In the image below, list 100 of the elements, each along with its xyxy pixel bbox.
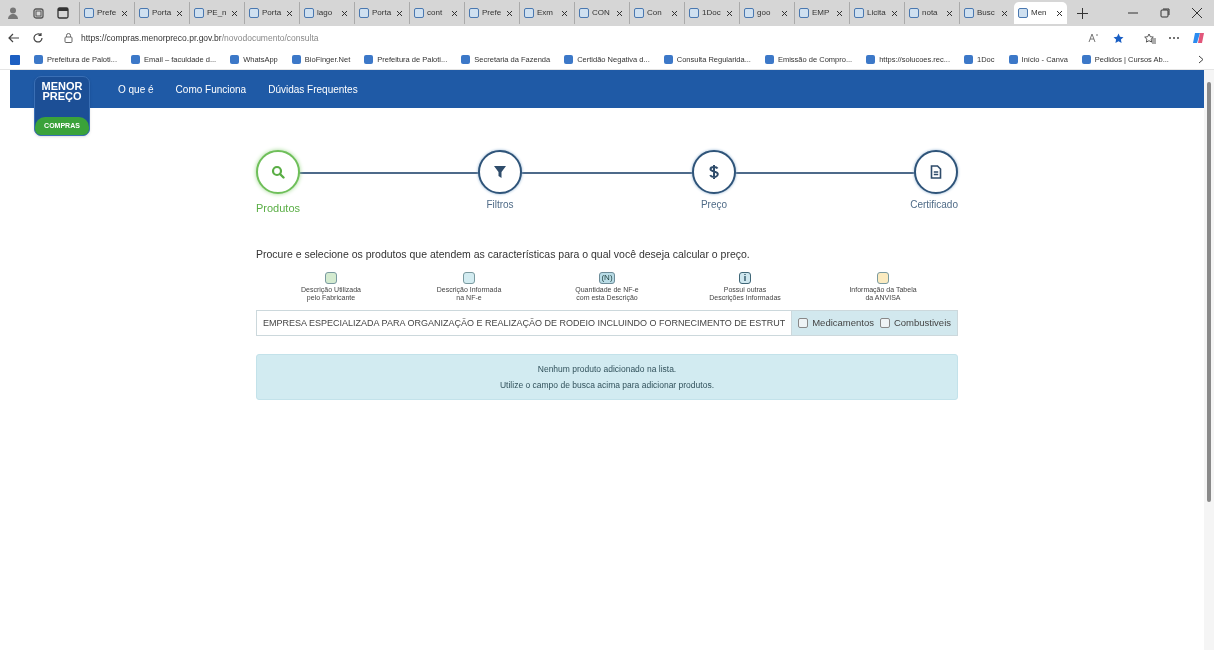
page-icon — [139, 8, 149, 18]
dollar-icon — [708, 164, 720, 180]
page-icon — [524, 8, 534, 18]
close-icon[interactable] — [286, 9, 293, 17]
scrollbar-thumb[interactable] — [1207, 82, 1211, 502]
close-icon[interactable] — [121, 9, 128, 17]
close-icon[interactable] — [616, 9, 623, 17]
checkbox[interactable] — [798, 318, 809, 329]
bookmark-icon[interactable] — [10, 54, 20, 65]
browser-tab[interactable]: Porta — [244, 2, 297, 24]
tab-title: Licita — [867, 7, 886, 19]
favicon-icon — [564, 55, 574, 64]
alert-text: Nenhum produto adicionado na lista. — [537, 363, 677, 376]
new-tab-icon[interactable] — [1077, 7, 1088, 19]
close-icon[interactable] — [726, 9, 733, 17]
tab-title: Men — [1031, 7, 1047, 19]
browser-tab[interactable]: Prefe — [464, 2, 517, 24]
favicon-icon — [964, 55, 974, 64]
page-icon — [1018, 8, 1028, 18]
browser-tab[interactable]: Porta — [134, 2, 187, 24]
nav-link[interactable]: Como Funciona — [175, 81, 247, 97]
page-icon — [854, 8, 864, 18]
tab-title: nota — [922, 7, 938, 19]
browser-tab[interactable]: EMP — [794, 2, 847, 24]
close-icon[interactable] — [836, 9, 843, 17]
close-icon[interactable] — [396, 9, 403, 17]
browser-tab[interactable]: goo — [739, 2, 792, 24]
close-icon[interactable] — [946, 9, 953, 17]
favorites-icon[interactable] — [1144, 32, 1156, 44]
nav-link[interactable]: Dúvidas Frequentes — [268, 81, 358, 97]
browser-tab[interactable]: Porta — [354, 2, 407, 24]
step-label: Filtros — [486, 198, 514, 212]
tab-title: CON — [592, 7, 610, 19]
page-icon — [744, 8, 754, 18]
tab-title: Exm — [537, 7, 553, 19]
browser-tab[interactable]: cont — [409, 2, 462, 24]
tab-title: Porta — [372, 7, 392, 19]
page-icon — [909, 8, 919, 18]
refresh-icon[interactable] — [32, 32, 44, 44]
close-icon[interactable] — [781, 9, 788, 17]
close-icon[interactable] — [891, 9, 898, 17]
close-icon[interactable] — [1056, 9, 1063, 17]
favicon-icon — [34, 55, 43, 64]
favicon-icon — [1008, 55, 1018, 64]
close-icon[interactable] — [231, 9, 238, 17]
instruction-text: Procure e selecione os produtos que atendem as características para o qual você deseja calcular o preço. — [256, 246, 751, 262]
read-aloud-icon[interactable] — [1088, 33, 1099, 43]
tab-actions-icon[interactable] — [57, 7, 69, 19]
browser-tab[interactable]: Con — [629, 2, 682, 24]
close-icon[interactable] — [671, 9, 678, 17]
workspaces-icon[interactable] — [32, 6, 45, 20]
filter-checkbox[interactable]: Combustiveis — [879, 316, 951, 331]
star-icon[interactable] — [1113, 32, 1124, 44]
tab-title: Prefe — [97, 7, 117, 19]
more-icon[interactable] — [1168, 36, 1180, 40]
close-icon[interactable] — [1001, 9, 1008, 17]
browser-tab[interactable]: PE_n — [189, 2, 242, 24]
scrollbar[interactable] — [1204, 70, 1214, 650]
page-icon — [579, 8, 589, 18]
tab-title: cont — [427, 7, 443, 19]
lock-icon — [64, 33, 73, 43]
close-icon[interactable] — [561, 9, 568, 17]
url-text: https://compras.menorpreco.pr.gov.br/novodocumento/consulta — [81, 31, 319, 45]
browser-tab[interactable]: Prefe — [79, 2, 132, 24]
page-icon — [304, 8, 314, 18]
document-icon — [930, 165, 942, 179]
restore-icon[interactable] — [1160, 8, 1170, 18]
back-icon[interactable] — [8, 32, 20, 44]
browser-tab[interactable]: CON — [574, 2, 627, 24]
info-badge: i — [739, 272, 751, 285]
browser-tab[interactable]: Men — [1014, 2, 1067, 24]
close-icon[interactable] — [176, 9, 183, 17]
chevron-right-icon[interactable] — [1198, 55, 1204, 64]
browser-tab[interactable]: lago — [299, 2, 352, 24]
alert-text: Utilize o campo de busca acima para adicionar produtos. — [499, 378, 714, 392]
browser-tab[interactable]: Exm — [519, 2, 572, 24]
close-icon[interactable] — [451, 9, 458, 17]
tab-title: Porta — [262, 7, 282, 19]
profile-icon[interactable] — [6, 6, 20, 20]
close-icon[interactable] — [341, 9, 348, 17]
browser-tab[interactable]: nota — [904, 2, 957, 24]
favicon-icon — [364, 55, 374, 64]
favicon-icon — [663, 55, 673, 64]
step-label: Produtos — [256, 201, 301, 216]
filter-checkbox[interactable]: Medicamentos — [798, 316, 874, 331]
search-field[interactable]: EMPRESA ESPECIALIZADA PARA ORGANIZAÇÃO E REALIZAÇÃO DE RODEIO INCLUINDO O FORNECIMENTO DE ESTRUT — [256, 310, 792, 337]
copilot-icon[interactable] — [1192, 31, 1206, 45]
step-label: Preço — [700, 198, 728, 212]
browser-tab[interactable]: Busc — [959, 2, 1012, 24]
browser-tab[interactable]: 1Doc — [684, 2, 737, 24]
favicon-icon — [230, 55, 240, 64]
tab-title: Porta — [152, 7, 172, 19]
browser-tab[interactable]: Licita — [849, 2, 902, 24]
nav-link[interactable]: O que é — [118, 81, 154, 97]
page-icon — [689, 8, 699, 18]
page-icon — [634, 8, 644, 18]
filter-icon — [493, 165, 507, 179]
checkbox[interactable] — [879, 318, 890, 329]
close-window-icon[interactable] — [1192, 8, 1202, 18]
close-icon[interactable] — [506, 9, 513, 17]
